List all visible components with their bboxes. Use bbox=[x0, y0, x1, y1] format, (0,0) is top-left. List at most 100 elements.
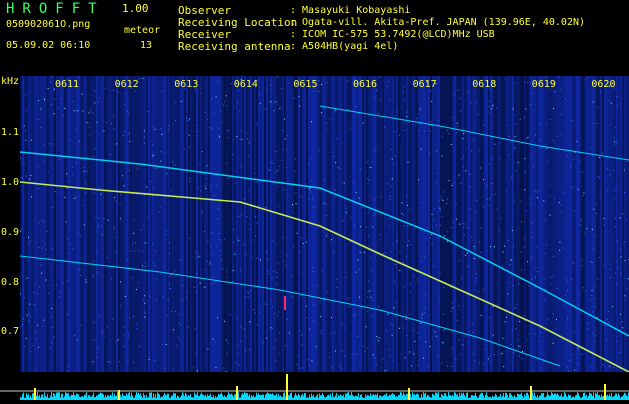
noise-speck bbox=[113, 229, 114, 230]
noise-speck bbox=[464, 234, 465, 235]
noise-speck bbox=[418, 281, 419, 282]
level-bar bbox=[552, 393, 553, 400]
level-bar bbox=[37, 392, 38, 400]
noise-speck bbox=[124, 104, 125, 105]
noise-column bbox=[92, 76, 94, 372]
noise-column bbox=[74, 76, 76, 372]
noise-column bbox=[510, 76, 512, 372]
level-bar bbox=[597, 392, 598, 400]
noise-column bbox=[276, 76, 278, 372]
level-bar bbox=[476, 396, 477, 400]
noise-speck bbox=[44, 99, 45, 100]
noise-speck bbox=[214, 113, 215, 114]
noise-speck bbox=[342, 324, 343, 325]
noise-speck bbox=[309, 329, 310, 330]
noise-speck bbox=[217, 317, 218, 318]
noise-column bbox=[56, 76, 58, 372]
noise-speck bbox=[149, 356, 150, 357]
noise-speck bbox=[200, 283, 201, 284]
noise-speck bbox=[463, 223, 464, 224]
noise-speck bbox=[489, 361, 490, 362]
noise-speck bbox=[278, 311, 279, 312]
noise-speck bbox=[615, 218, 616, 219]
noise-speck bbox=[155, 251, 156, 252]
level-bar bbox=[526, 393, 527, 400]
noise-column bbox=[242, 76, 244, 372]
level-bar bbox=[441, 394, 442, 400]
noise-speck bbox=[48, 88, 49, 89]
level-bar bbox=[116, 396, 117, 400]
noise-speck bbox=[404, 100, 405, 101]
noise-speck bbox=[124, 335, 125, 336]
noise-speck bbox=[74, 335, 75, 336]
noise-speck bbox=[230, 83, 231, 84]
noise-speck bbox=[226, 340, 227, 341]
noise-speck bbox=[95, 148, 96, 149]
level-bar bbox=[139, 395, 140, 400]
noise-speck bbox=[292, 296, 293, 297]
noise-speck bbox=[182, 299, 183, 300]
noise-column bbox=[454, 76, 456, 372]
noise-speck bbox=[277, 315, 278, 316]
noise-speck bbox=[165, 174, 166, 175]
noise-column bbox=[494, 76, 496, 372]
level-bar bbox=[342, 396, 343, 400]
noise-speck bbox=[421, 261, 422, 262]
time-tick-label: 0611 bbox=[55, 80, 79, 90]
level-bar bbox=[303, 396, 304, 400]
noise-speck bbox=[620, 314, 621, 315]
noise-speck bbox=[455, 359, 456, 360]
noise-speck bbox=[336, 138, 337, 139]
noise-speck bbox=[324, 179, 325, 180]
noise-speck bbox=[221, 259, 222, 260]
time-tick-label: 0613 bbox=[174, 80, 198, 90]
noise-column bbox=[522, 76, 524, 372]
noise-speck bbox=[515, 148, 516, 149]
noise-speck bbox=[546, 124, 547, 125]
noise-speck bbox=[489, 317, 490, 318]
noise-speck bbox=[371, 270, 372, 271]
noise-speck bbox=[410, 244, 411, 245]
noise-speck bbox=[524, 82, 525, 83]
noise-speck bbox=[228, 178, 229, 179]
level-bar bbox=[98, 394, 99, 400]
level-bar bbox=[32, 393, 33, 400]
level-bar bbox=[610, 396, 611, 400]
level-bar bbox=[301, 395, 302, 400]
meteor-spike bbox=[408, 388, 410, 400]
noise-speck bbox=[496, 108, 497, 109]
level-bar bbox=[472, 395, 473, 400]
noise-speck bbox=[234, 254, 235, 255]
noise-speck bbox=[439, 208, 440, 209]
noise-speck bbox=[617, 96, 618, 97]
noise-speck bbox=[236, 136, 237, 137]
noise-speck bbox=[73, 248, 74, 249]
noise-speck bbox=[461, 278, 462, 279]
level-bar bbox=[566, 396, 567, 400]
level-bar bbox=[381, 396, 382, 400]
noise-speck bbox=[614, 190, 615, 191]
noise-speck bbox=[447, 130, 448, 131]
noise-speck bbox=[171, 190, 172, 191]
noise-speck bbox=[55, 191, 56, 192]
noise-speck bbox=[441, 199, 442, 200]
noise-speck bbox=[476, 278, 477, 279]
noise-column bbox=[422, 76, 424, 372]
noise-speck bbox=[210, 246, 211, 247]
noise-speck bbox=[223, 105, 224, 106]
noise-speck bbox=[51, 104, 52, 105]
level-bar bbox=[371, 396, 372, 400]
level-bar bbox=[105, 395, 106, 400]
noise-column bbox=[308, 76, 310, 372]
noise-column bbox=[102, 76, 104, 372]
level-bar bbox=[289, 395, 290, 400]
noise-speck bbox=[338, 167, 339, 168]
noise-speck bbox=[256, 122, 257, 123]
noise-speck bbox=[276, 171, 277, 172]
noise-speck bbox=[577, 363, 578, 364]
noise-speck bbox=[475, 212, 476, 213]
noise-speck bbox=[213, 277, 214, 278]
noise-speck bbox=[583, 287, 584, 288]
noise-speck bbox=[413, 124, 414, 125]
level-bar bbox=[474, 396, 475, 400]
